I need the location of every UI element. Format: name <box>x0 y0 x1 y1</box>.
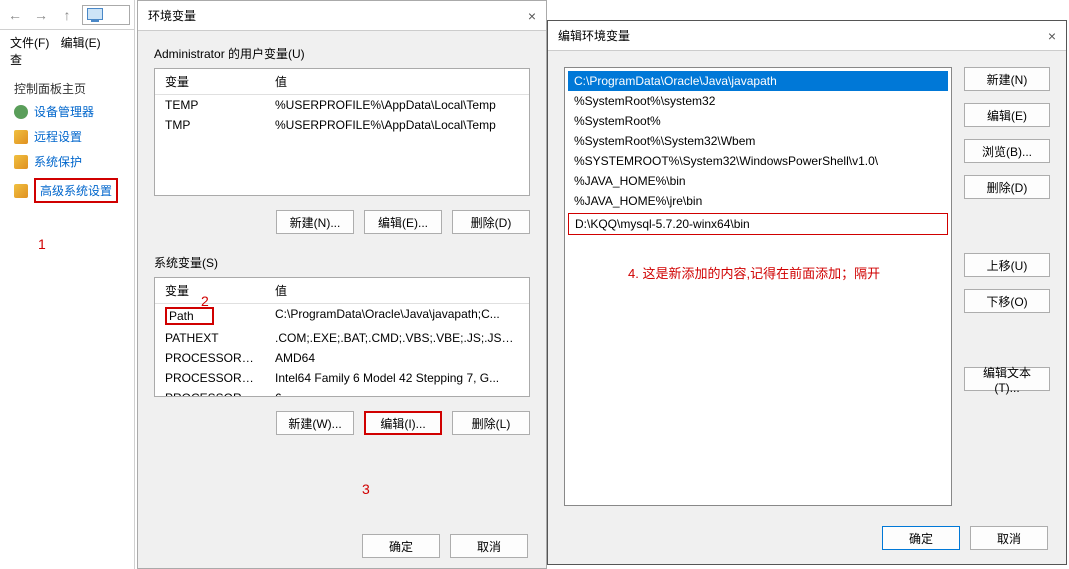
up-arrow-icon[interactable]: ↑ <box>56 4 78 26</box>
move-down-button[interactable]: 下移(O) <box>964 289 1050 313</box>
system-vars-label: 系统变量(S) <box>154 254 530 271</box>
move-up-button[interactable]: 上移(U) <box>964 253 1050 277</box>
ok-button[interactable]: 确定 <box>362 534 440 558</box>
dialog-title: 编辑环境变量 <box>558 27 630 44</box>
edit-button[interactable]: 编辑(E) <box>964 103 1050 127</box>
edit-text-button[interactable]: 编辑文本(T)... <box>964 367 1050 391</box>
env-variables-dialog: 环境变量 × Administrator 的用户变量(U) 变量 值 TEMP … <box>137 0 547 569</box>
dialog-titlebar: 环境变量 × <box>138 1 546 31</box>
dialog-title: 环境变量 <box>148 7 196 24</box>
col-value: 值 <box>265 69 529 94</box>
address-field[interactable] <box>82 5 130 25</box>
delete-button[interactable]: 删除(L) <box>452 411 530 435</box>
dialog-footer: 确定 取消 <box>882 526 1048 550</box>
system-vars-table[interactable]: 变量 值 Path C:\ProgramData\Oracle\Java\jav… <box>154 277 530 397</box>
list-item[interactable]: %SYSTEMROOT%\System32\WindowsPowerShell\… <box>568 151 948 171</box>
menu-edit[interactable]: 编辑(E) <box>57 33 105 53</box>
back-arrow-icon[interactable]: ← <box>4 4 26 26</box>
edit-env-variable-dialog: 编辑环境变量 × C:\ProgramData\Oracle\Java\java… <box>547 20 1067 565</box>
menu-view[interactable]: 查 <box>6 50 26 70</box>
table-row[interactable]: PROCESSOR_LEV 6 <box>155 388 529 397</box>
close-icon[interactable]: × <box>528 8 536 24</box>
edit-right-buttons: 新建(N) 编辑(E) 浏览(B)... 删除(D) 上移(U) 下移(O) 编… <box>964 67 1050 506</box>
close-icon[interactable]: × <box>1048 28 1056 44</box>
system-vars-buttons: 新建(W)... 编辑(I)... 删除(L) <box>154 411 530 435</box>
link-advanced-settings[interactable]: 高级系统设置 <box>14 178 120 203</box>
path-list[interactable]: C:\ProgramData\Oracle\Java\javapath %Sys… <box>564 67 952 506</box>
sidebar-links: 控制面板主页 设备管理器 远程设置 系统保护 高级系统设置 <box>0 72 134 219</box>
link-label: 系统保护 <box>34 153 82 170</box>
link-label: 远程设置 <box>34 128 82 145</box>
link-label: 高级系统设置 <box>34 178 118 203</box>
browse-button[interactable]: 浏览(B)... <box>964 139 1050 163</box>
link-label: 设备管理器 <box>34 103 94 120</box>
shield-icon <box>14 184 28 198</box>
annotation-4: 4. 这是新添加的内容,记得在前面添加；隔开 <box>628 263 880 282</box>
shield-icon <box>14 130 28 144</box>
annotation-3: 3 <box>362 481 370 497</box>
menu-bar: 文件(F) 编辑(E) 查 <box>0 30 134 72</box>
edit-button[interactable]: 编辑(E)... <box>364 210 442 234</box>
dialog-titlebar: 编辑环境变量 × <box>548 21 1066 51</box>
user-vars-buttons: 新建(N)... 编辑(E)... 删除(D) <box>154 210 530 234</box>
table-row[interactable]: PATHEXT .COM;.EXE;.BAT;.CMD;.VBS;.VBE;.J… <box>155 328 529 348</box>
table-row[interactable]: Path C:\ProgramData\Oracle\Java\javapath… <box>155 304 529 328</box>
table-row[interactable]: PROCESSOR_IDE... Intel64 Family 6 Model … <box>155 368 529 388</box>
shield-icon <box>14 105 28 119</box>
ok-button[interactable]: 确定 <box>882 526 960 550</box>
computer-icon <box>87 8 103 22</box>
table-row[interactable]: TEMP %USERPROFILE%\AppData\Local\Temp <box>155 95 529 115</box>
list-item[interactable]: C:\ProgramData\Oracle\Java\javapath <box>568 71 948 91</box>
list-item[interactable]: %SystemRoot% <box>568 111 948 131</box>
col-value: 值 <box>265 278 529 303</box>
annotation-1: 1 <box>38 236 46 252</box>
forward-arrow-icon: → <box>30 4 52 26</box>
link-remote-settings[interactable]: 远程设置 <box>14 128 120 145</box>
col-variable: 变量 <box>155 69 265 94</box>
delete-button[interactable]: 删除(D) <box>964 175 1050 199</box>
delete-button[interactable]: 删除(D) <box>452 210 530 234</box>
table-header: 变量 值 <box>155 278 529 304</box>
link-system-protection[interactable]: 系统保护 <box>14 153 120 170</box>
col-variable: 变量 <box>155 278 265 303</box>
list-item[interactable]: %SystemRoot%\system32 <box>568 91 948 111</box>
address-bar: ← → ↑ <box>0 0 134 30</box>
new-button[interactable]: 新建(W)... <box>276 411 354 435</box>
control-panel-home[interactable]: 控制面板主页 <box>14 80 120 97</box>
new-button[interactable]: 新建(N)... <box>276 210 354 234</box>
user-vars-label: Administrator 的用户变量(U) <box>154 45 530 62</box>
cancel-button[interactable]: 取消 <box>970 526 1048 550</box>
shield-icon <box>14 155 28 169</box>
cancel-button[interactable]: 取消 <box>450 534 528 558</box>
annotation-2: 2 <box>201 293 209 309</box>
explorer-sidebar: ← → ↑ 文件(F) 编辑(E) 查 控制面板主页 设备管理器 远程设置 系统… <box>0 0 135 569</box>
list-item[interactable]: %SystemRoot%\System32\Wbem <box>568 131 948 151</box>
table-row[interactable]: TMP %USERPROFILE%\AppData\Local\Temp <box>155 115 529 135</box>
list-item[interactable]: %JAVA_HOME%\bin <box>568 171 948 191</box>
list-item[interactable]: D:\KQQ\mysql-5.7.20-winx64\bin <box>568 213 948 235</box>
table-row[interactable]: PROCESSOR_AR... AMD64 <box>155 348 529 368</box>
table-header: 变量 值 <box>155 69 529 95</box>
link-device-manager[interactable]: 设备管理器 <box>14 103 120 120</box>
list-item[interactable]: %JAVA_HOME%\jre\bin <box>568 191 948 211</box>
dialog-footer: 确定 取消 <box>362 534 528 558</box>
new-button[interactable]: 新建(N) <box>964 67 1050 91</box>
user-vars-table[interactable]: 变量 值 TEMP %USERPROFILE%\AppData\Local\Te… <box>154 68 530 196</box>
edit-button[interactable]: 编辑(I)... <box>364 411 442 435</box>
